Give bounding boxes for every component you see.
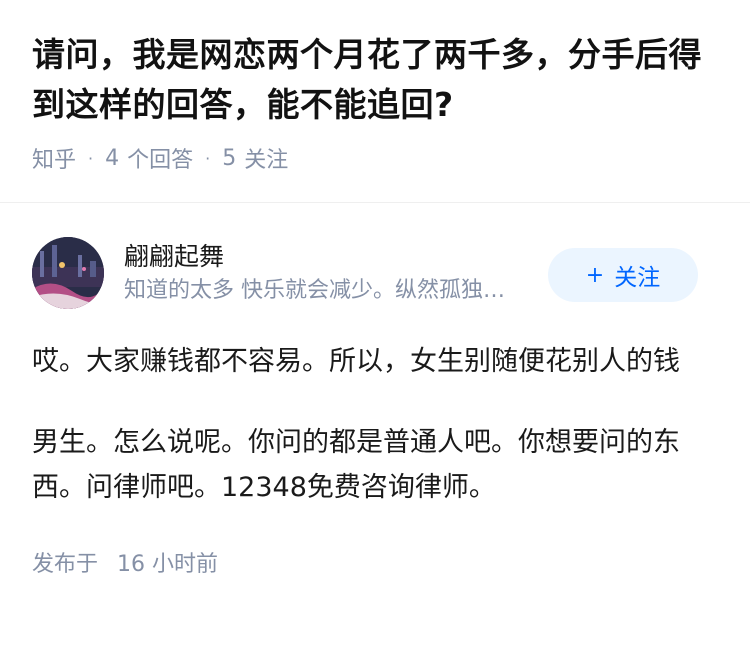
published-label: 发布于 bbox=[32, 552, 99, 577]
published-time: 16 小时前 bbox=[117, 552, 219, 577]
question-title[interactable]: 请问，我是网恋两个月花了两千多，分手后得到这样的回答，能不能追回? bbox=[32, 30, 718, 130]
avatar[interactable] bbox=[32, 237, 104, 309]
published-info: 发布于 16 小时前 bbox=[0, 546, 750, 578]
answer-paragraph: 男生。怎么说呢。你问的都是普通人吧。你想要问的东西。问律师吧。12348免费咨询… bbox=[32, 427, 680, 503]
author-bio: 知道的太多 快乐就会减少。纵然孤独也是一种享受 bbox=[124, 278, 519, 303]
author-name[interactable]: 翩翩起舞 bbox=[124, 239, 519, 275]
answer-author: 翩翩起舞 知道的太多 快乐就会减少。纵然孤独也是一种享受 + 关注 bbox=[0, 203, 750, 309]
plus-icon: + bbox=[585, 262, 605, 288]
follow-button[interactable]: + 关注 bbox=[548, 248, 698, 302]
answer-paragraph: 哎。大家赚钱都不容易。所以，女生别随便花别人的钱 bbox=[32, 346, 680, 377]
author-info: 翩翩起舞 知道的太多 快乐就会减少。纵然孤独也是一种享受 bbox=[124, 239, 519, 307]
site-name[interactable]: 知乎 bbox=[32, 142, 76, 174]
followers-count: 5 bbox=[222, 145, 237, 171]
separator-dot: · bbox=[88, 148, 94, 168]
question-meta: 知乎 · 4 个回答 · 5 关注 bbox=[32, 142, 718, 174]
answers-label[interactable]: 个回答 bbox=[127, 142, 193, 174]
answers-count: 4 bbox=[105, 145, 120, 171]
followers-label[interactable]: 关注 bbox=[244, 142, 288, 174]
separator-dot: · bbox=[205, 148, 211, 168]
answer-content: 哎。大家赚钱都不容易。所以，女生别随便花别人的钱 男生。怎么说呢。你问的都是普通… bbox=[0, 309, 750, 510]
question-header: 请问，我是网恋两个月花了两千多，分手后得到这样的回答，能不能追回? 知乎 · 4… bbox=[0, 0, 750, 174]
follow-button-label: 关注 bbox=[614, 265, 661, 291]
